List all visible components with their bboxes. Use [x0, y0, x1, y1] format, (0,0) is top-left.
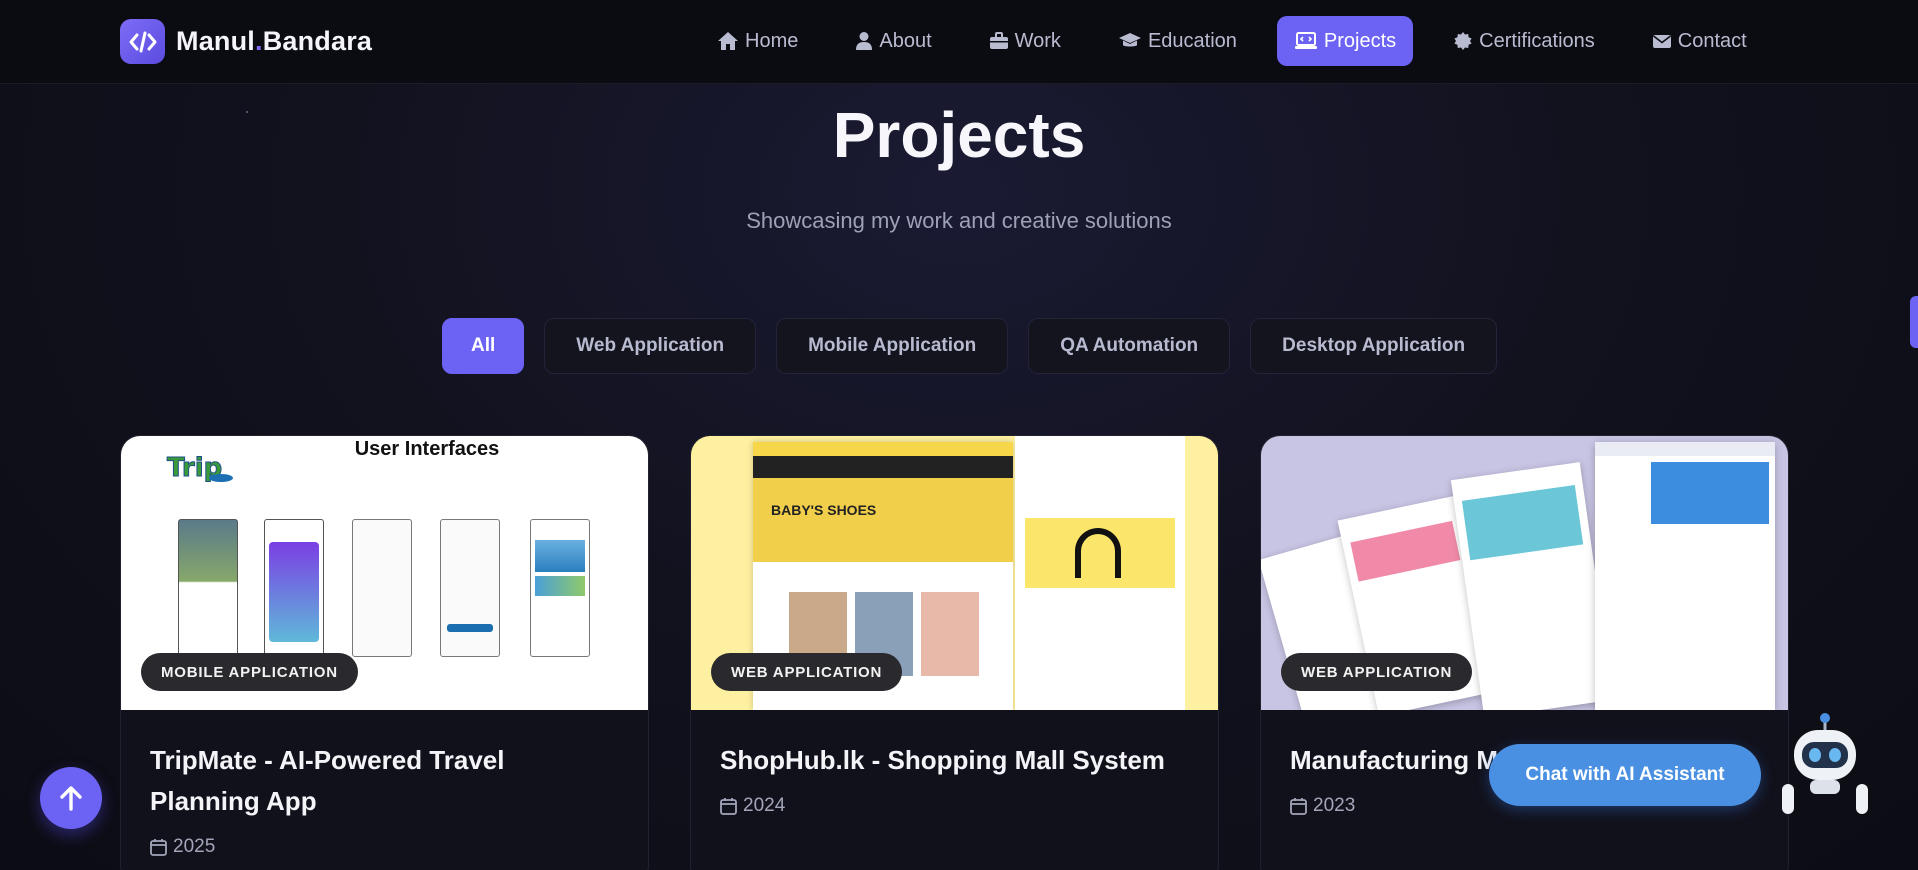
page-title: Projects [832, 99, 1086, 171]
brand[interactable]: Manul.Bandara [120, 19, 372, 64]
filter-desktop-application[interactable]: Desktop Application [1250, 318, 1498, 374]
website-mockup [1015, 436, 1185, 710]
project-image: BABY'S SHOES WEB APPLICATION [691, 436, 1218, 710]
project-filters: All Web Application Mobile Application Q… [442, 318, 1517, 374]
project-title: TripMate - AI-Powered Travel Planning Ap… [150, 745, 505, 816]
brand-name: Manul.Bandara [176, 26, 373, 56]
tripmate-logo: Trip [165, 448, 237, 484]
calendar-icon [150, 839, 167, 856]
robot-icon[interactable] [1780, 712, 1870, 822]
project-date: 2024 [720, 795, 785, 817]
nav-item-work[interactable]: Work [972, 16, 1078, 66]
project-image: Trip User Interfaces MOBILE APPLICATION [121, 436, 648, 710]
image-caption: User Interfaces [354, 438, 500, 460]
nav-links: Home About Work Education Projects Certi [700, 16, 1787, 66]
project-title: ShopHub.lk - Shopping Mall System [720, 745, 1165, 775]
code-icon [120, 19, 165, 64]
nav-item-about[interactable]: About [838, 16, 948, 66]
project-card[interactable]: BABY'S SHOES WEB APPLICATION ShopHub.lk … [690, 435, 1219, 870]
nav-item-home[interactable]: Home [700, 16, 815, 66]
nav-item-projects[interactable]: Projects [1276, 16, 1414, 66]
envelope-icon [1652, 33, 1672, 49]
project-card[interactable]: Trip User Interfaces MOBILE APPLICATION … [120, 435, 649, 870]
certificate-icon [1453, 31, 1473, 51]
side-drawer-tab[interactable] [1910, 296, 1918, 348]
briefcase-icon [989, 32, 1009, 50]
category-badge: WEB APPLICATION [1281, 653, 1473, 691]
project-date: 2023 [1290, 795, 1355, 817]
filter-all[interactable]: All [442, 318, 525, 374]
filter-web-application[interactable]: Web Application [544, 318, 757, 374]
phone-mockup [530, 519, 590, 657]
category-badge: MOBILE APPLICATION [141, 653, 358, 691]
calendar-icon [720, 798, 737, 815]
category-badge: WEB APPLICATION [711, 653, 903, 691]
phone-mockup [352, 519, 412, 657]
user-icon [855, 31, 873, 51]
filter-qa-automation[interactable]: QA Automation [1028, 318, 1231, 374]
chat-assistant-button[interactable]: Chat with AI Assistant [1489, 744, 1761, 806]
filter-mobile-application[interactable]: Mobile Application [776, 318, 1009, 374]
nav-item-education[interactable]: Education [1101, 16, 1254, 66]
home-icon [717, 31, 739, 51]
arrow-up-icon [60, 786, 82, 811]
phone-mockup [178, 519, 238, 657]
navbar: Manul.Bandara Home About Work Education [0, 0, 1918, 84]
nav-item-contact[interactable]: Contact [1635, 16, 1764, 66]
calendar-icon [1290, 798, 1307, 815]
page-subtitle: Showcasing my work and creative solution… [746, 208, 1172, 233]
graduation-cap-icon [1118, 32, 1142, 50]
phone-mockup [264, 519, 324, 657]
project-image: WEB APPLICATION [1261, 436, 1788, 710]
hero-caption: BABY'S SHOES [753, 478, 1013, 562]
scroll-to-top-button[interactable] [40, 767, 102, 829]
project-date: 2025 [150, 836, 215, 858]
nav-item-certifications[interactable]: Certifications [1436, 16, 1612, 66]
laptop-code-icon [1294, 32, 1318, 50]
phone-mockup [440, 519, 500, 657]
website-mockup [1595, 442, 1775, 710]
